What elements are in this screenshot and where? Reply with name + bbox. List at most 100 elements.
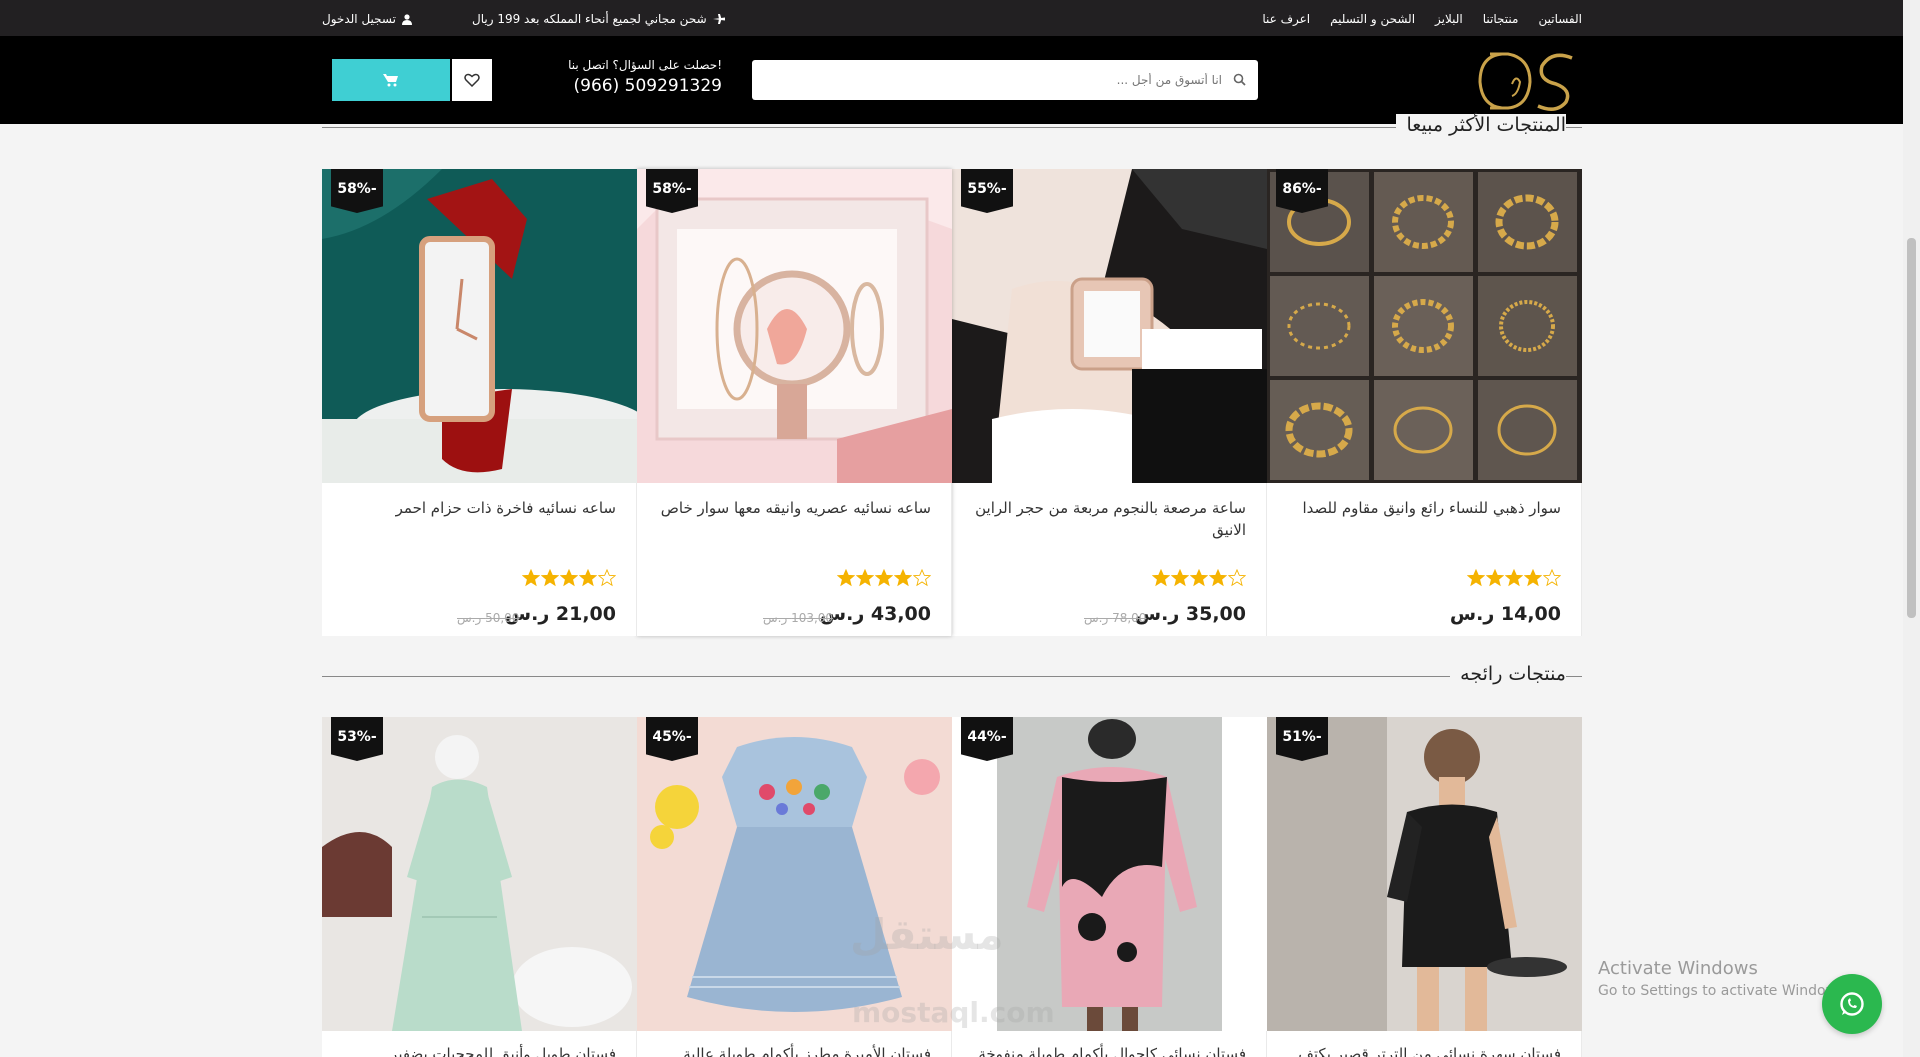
star-icon [894,569,912,587]
star-icon [837,569,855,587]
search-bar [752,60,1258,100]
heart-icon [464,73,480,87]
star-icon [541,569,559,587]
discount-badge: 51%- [1276,717,1328,761]
star-icon [1486,569,1504,587]
star-icon [1171,569,1189,587]
product-card[interactable]: 58%- ساعه نسائيه عصريه وانيقه معها سوار … [637,169,952,636]
whatsapp-button[interactable] [1822,974,1882,1034]
contact-block: حصلت على السؤال؟ اتصل بنا! (966) 5092913… [520,58,722,96]
nav-about[interactable]: اعرف عنا [1262,12,1310,26]
scrollbar-thumb[interactable] [1907,238,1916,618]
cart-button[interactable] [332,59,450,101]
product-card[interactable]: 58%- ساعه نسائيه فاخرة ذات حزام احمر 21,… [322,169,637,636]
activate-subtitle: Go to Settings to activate Windows. [1598,983,1849,999]
product-card[interactable]: 53%- فستان طويل وأنيق للمحجبات بضفير [322,717,637,1057]
pink-floral-dress-image [952,717,1267,1031]
product-price: 35,00 ر.س [1134,603,1246,625]
product-name[interactable]: فستان طويل وأنيق للمحجبات بضفير [336,1043,616,1057]
product-image[interactable]: 58%- [637,169,952,483]
product-image[interactable]: 53%- [322,717,637,1031]
whatsapp-icon [1840,992,1864,1016]
discount-badge: 53%- [331,717,383,761]
search-icon[interactable] [1233,73,1246,86]
section-title: المنتجات الأكثر مبيعا [1396,114,1566,136]
product-name[interactable]: ساعه نسائيه فاخرة ذات حزام احمر [336,497,616,519]
discount-badge: 58%- [331,169,383,213]
old-price: 103,00 ر.س [763,611,834,625]
star-icon [913,569,931,587]
watermark-latin: mostaql.com [852,996,1055,1029]
nav-blouses[interactable]: البلايز [1435,12,1463,26]
bestsellers-grid: 86%- سوار ذهبي للنساء رائع وانيق مقاوم ل… [322,169,1582,636]
star-icon [1209,569,1227,587]
contact-question: حصلت على السؤال؟ اتصل بنا! [568,58,722,72]
product-name[interactable]: فستان الأميرة مطرز بأكمام طويلة عالية [651,1043,931,1057]
pink-watch-set-image [637,169,952,483]
nav-our-products[interactable]: منتجاتنا [1483,12,1519,26]
product-image[interactable]: 51%- [1267,717,1582,1031]
star-icon [598,569,616,587]
product-image[interactable]: 58%- [322,169,637,483]
top-nav: الفساتين منتجاتنا البلايز الشحن و التسلي… [1262,12,1582,26]
mint-maxi-dress-image [322,717,637,1031]
bracelet-collage-image [1267,169,1582,483]
girls-embroidered-dress-image [637,717,952,1031]
wishlist-button[interactable] [452,59,492,101]
star-icon [579,569,597,587]
discount-badge: 55%- [961,169,1013,213]
nav-dresses[interactable]: الفساتين [1538,12,1582,26]
old-price: 78,00 ر.س [1084,611,1147,625]
product-name[interactable]: فستان سهرة نسائي من الترتر قصير بكتف [1281,1043,1561,1057]
activate-windows-notice: Activate Windows Go to Settings to activ… [1598,958,1849,999]
rating-stars [837,569,931,587]
discount-badge: 44%- [961,717,1013,761]
user-icon [401,13,412,25]
product-name[interactable]: ساعه نسائيه عصريه وانيقه معها سوار خاص [651,497,931,519]
product-image[interactable]: 45%- [637,717,952,1031]
login-link[interactable]: تسجيل الدخول [322,12,412,26]
black-sequin-dress-image [1267,717,1582,1031]
star-icon [1467,569,1485,587]
old-price: 50,00 ر.س [457,611,520,625]
plane-icon [712,14,725,24]
nav-shipping[interactable]: الشحن و التسليم [1330,12,1415,26]
site-header: حصلت على السؤال؟ اتصل بنا! (966) 5092913… [0,36,1903,124]
discount-badge: 45%- [646,717,698,761]
star-icon [1152,569,1170,587]
rating-stars [522,569,616,587]
section-header-trending: منتجات رائجه [322,661,1582,691]
section-divider [322,127,1582,128]
product-price: 43,00 ر.س [819,603,931,625]
section-title: منتجات رائجه [1450,663,1566,685]
square-watch-image [952,169,1267,483]
activate-title: Activate Windows [1598,958,1758,979]
rating-stars [1467,569,1561,587]
star-icon [522,569,540,587]
product-name[interactable]: فستان نسائي كاجوال بأكمام طويلة منفوخة [966,1043,1246,1057]
section-divider [322,676,1582,677]
product-card[interactable]: 51%- فستان سهرة نسائي من الترتر قصير بكت… [1267,717,1582,1057]
contact-phone[interactable]: (966) 509291329 [520,76,722,96]
discount-badge: 58%- [646,169,698,213]
page-scrollbar[interactable] [1903,0,1920,1057]
product-image[interactable]: 44%- [952,717,1267,1031]
product-price: 14,00 ر.س [1449,603,1561,625]
star-icon [1524,569,1542,587]
red-strap-watch-image [322,169,637,483]
product-name[interactable]: سوار ذهبي للنساء رائع وانيق مقاوم للصدا [1281,497,1561,519]
discount-badge: 86%- [1276,169,1328,213]
product-name[interactable]: ساعة مرصعة بالنجوم مربعة من حجر الراين ا… [966,497,1246,541]
product-card[interactable]: 86%- سوار ذهبي للنساء رائع وانيق مقاوم ل… [1267,169,1582,636]
product-card[interactable]: 55%- ساعة مرصعة بالنجوم مربعة من حجر الر… [952,169,1267,636]
site-logo[interactable] [1472,44,1582,116]
login-label: تسجيل الدخول [322,12,396,26]
product-price: 21,00 ر.س [504,603,616,625]
free-shipping-promo: شحن مجاني لجميع أنحاء المملكه بعد 199 ري… [472,12,725,26]
product-image[interactable]: 55%- [952,169,1267,483]
star-icon [1190,569,1208,587]
product-image[interactable]: 86%- [1267,169,1582,483]
cart-icon [383,74,398,87]
search-input[interactable] [762,60,1222,100]
top-bar: تسجيل الدخول شحن مجاني لجميع أنحاء الممل… [0,0,1903,36]
